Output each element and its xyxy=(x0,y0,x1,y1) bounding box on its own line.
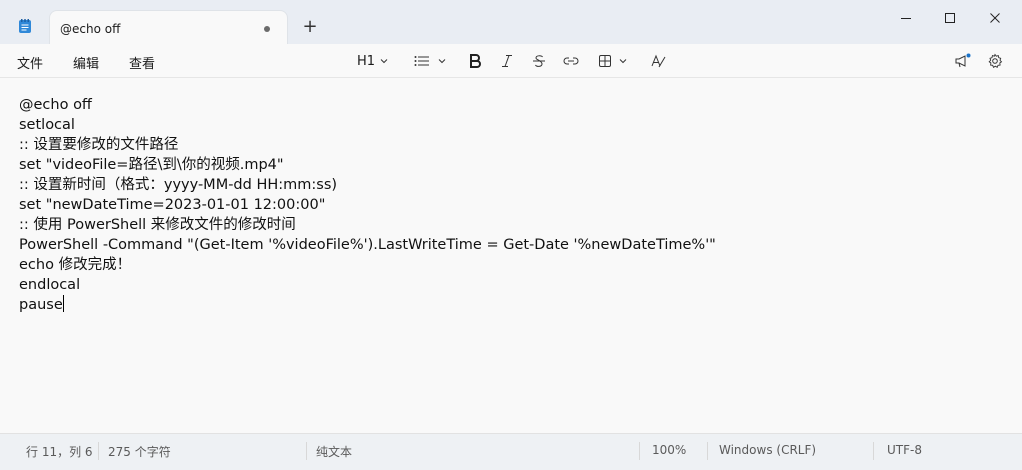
heading-dropdown[interactable]: H1 xyxy=(357,52,389,70)
italic-button[interactable] xyxy=(499,52,515,70)
editor-line: setlocal xyxy=(19,117,75,133)
close-icon xyxy=(990,13,1000,23)
announcement-button[interactable] xyxy=(953,52,971,70)
text-caret xyxy=(62,295,64,312)
encoding[interactable]: UTF-8 xyxy=(887,443,922,457)
bold-button[interactable] xyxy=(467,52,483,70)
document-tab[interactable]: @echo off xyxy=(49,10,288,46)
link-button[interactable] xyxy=(562,52,580,70)
status-divider xyxy=(707,442,708,460)
editor-line: echo 修改完成！ xyxy=(19,257,132,273)
line-ending[interactable]: Windows (CRLF) xyxy=(719,443,816,457)
status-divider xyxy=(873,442,874,460)
maximize-button[interactable] xyxy=(942,10,958,26)
notepad-app-icon xyxy=(17,18,33,34)
close-button[interactable] xyxy=(987,10,1003,26)
gear-icon xyxy=(988,53,1003,68)
chevron-down-icon xyxy=(380,59,388,64)
strikethrough-icon xyxy=(533,55,545,67)
maximize-icon xyxy=(945,13,955,23)
format-indicator[interactable]: 纯文本 xyxy=(316,443,352,460)
tab-title: @echo off xyxy=(60,22,121,36)
editor-line: :: 设置要修改的文件路径 xyxy=(19,137,179,153)
editor-line: :: 使用 PowerShell 来修改文件的修改时间 xyxy=(19,217,296,233)
editor-line: @echo off xyxy=(19,97,92,113)
status-divider xyxy=(306,442,307,460)
list-dropdown[interactable] xyxy=(413,52,447,70)
editor-line: set "newDateTime=2023-01-01 12:00:00" xyxy=(19,197,326,213)
text-editor[interactable]: @echo off setlocal :: 设置要修改的文件路径 set "vi… xyxy=(0,78,1022,433)
minimize-button[interactable] xyxy=(898,10,914,26)
menu-view[interactable]: 查看 xyxy=(129,53,155,72)
editor-line-last: pause xyxy=(19,295,716,315)
menu-edit[interactable]: 编辑 xyxy=(73,53,99,72)
heading-label: H1 xyxy=(357,53,376,69)
zoom-level[interactable]: 100% xyxy=(652,443,686,457)
cursor-position[interactable]: 行 11，列 6 xyxy=(26,443,93,460)
menu-toolbar: 文件 编辑 查看 H1 xyxy=(0,44,1022,78)
unsaved-dot-icon[interactable] xyxy=(264,26,270,32)
title-bar: @echo off + xyxy=(0,0,1022,46)
link-icon xyxy=(563,57,579,65)
minimize-icon xyxy=(901,18,911,19)
table-dropdown[interactable] xyxy=(597,52,628,70)
editor-content[interactable]: @echo off setlocal :: 设置要修改的文件路径 set "vi… xyxy=(19,95,716,315)
clear-format-icon xyxy=(651,54,666,68)
editor-line: PowerShell -Command "(Get-Item '%videoFi… xyxy=(19,237,716,253)
chevron-down-icon xyxy=(438,59,446,64)
italic-icon xyxy=(502,55,512,67)
editor-line: endlocal xyxy=(19,277,81,293)
status-divider xyxy=(98,442,99,460)
new-tab-button[interactable]: + xyxy=(302,18,318,36)
bold-icon xyxy=(470,54,481,68)
clear-format-button[interactable] xyxy=(650,52,668,70)
menu-file[interactable]: 文件 xyxy=(17,53,43,72)
list-icon xyxy=(414,56,429,66)
strikethrough-button[interactable] xyxy=(531,52,547,70)
announcement-icon xyxy=(955,53,971,68)
settings-button[interactable] xyxy=(987,52,1003,70)
status-divider xyxy=(639,442,640,460)
chevron-down-icon xyxy=(619,59,627,64)
editor-line: set "videoFile=路径\到\你的视频.mp4" xyxy=(19,157,284,173)
character-count: 275 个字符 xyxy=(108,445,171,459)
editor-line-text: pause xyxy=(19,297,63,313)
table-icon xyxy=(599,55,611,67)
editor-line: :: 设置新时间（格式：yyyy-MM-dd HH:mm:ss) xyxy=(19,177,338,193)
status-bar: 行 11，列 6 275 个字符 纯文本 100% Windows (CRLF)… xyxy=(0,433,1022,470)
